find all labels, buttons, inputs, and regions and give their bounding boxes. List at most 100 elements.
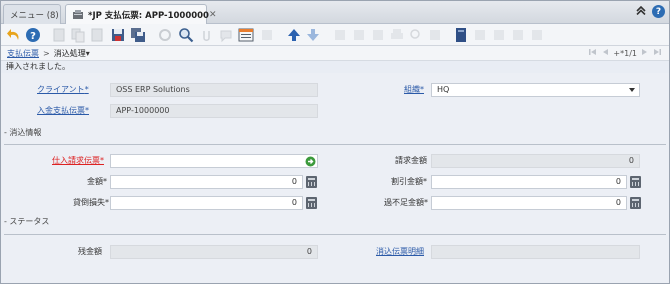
- required-mark: *: [424, 198, 428, 207]
- org-select[interactable]: HQ: [431, 83, 640, 97]
- breadcrumb-separator: >: [43, 48, 50, 58]
- previous-record-icon: [601, 48, 609, 58]
- window-frame: メニュー (8) *JP 支払伝票: APP-1000000 ✕ ? ? 支払伝…: [0, 0, 670, 284]
- required-mark: *: [84, 85, 89, 94]
- amount-label: 金額*: [87, 175, 107, 189]
- tab-menu-label: メニュー (8): [10, 10, 59, 21]
- required-mark: *: [103, 177, 107, 186]
- amount-field[interactable]: 0: [110, 175, 303, 189]
- tab-bar: メニュー (8) *JP 支払伝票: APP-1000000 ✕ ?: [1, 1, 669, 24]
- calculator-icon[interactable]: [306, 176, 317, 188]
- detail-icon: [305, 27, 321, 43]
- chat-icon: [218, 27, 234, 43]
- report-icon: [370, 27, 386, 43]
- overunder-label: 過不足金額*: [384, 196, 428, 210]
- org-label[interactable]: 組織*: [404, 83, 424, 97]
- section-divider: [4, 234, 666, 235]
- save-new-icon[interactable]: [130, 27, 146, 43]
- archive-icon[interactable]: [453, 27, 469, 43]
- customize-icon: [529, 27, 545, 43]
- payment-label-text: 入金支払伝票: [37, 106, 85, 115]
- process-icon: [510, 27, 526, 43]
- section-allocation-info[interactable]: - 消込情報: [4, 127, 41, 138]
- allocation-form: クライアント* OSS ERP Solutions 組織* HQ 入金支払伝票*…: [1, 73, 669, 283]
- tab-menu[interactable]: メニュー (8): [3, 4, 61, 24]
- close-tab-icon[interactable]: ✕: [209, 10, 217, 20]
- section-divider: [4, 144, 666, 145]
- writeoff-label: 貸倒損失*: [73, 196, 109, 210]
- breadcrumb-dropdown-icon[interactable]: ▾: [86, 49, 90, 58]
- writeoff-field[interactable]: 0: [110, 196, 303, 210]
- window-icon: [72, 9, 84, 20]
- help-icon[interactable]: ?: [652, 5, 665, 18]
- lock-icon: [491, 27, 507, 43]
- org-select-value: HQ: [437, 85, 450, 94]
- help-icon[interactable]: ?: [25, 27, 41, 43]
- first-record-icon: [589, 48, 597, 58]
- writeoff-label-text: 貸倒損失: [73, 198, 105, 207]
- calculator-icon[interactable]: [630, 197, 641, 209]
- discount-label: 割引金額*: [391, 175, 427, 189]
- invoice-amount-field: 0: [431, 154, 640, 168]
- remaining-label: 残金額: [78, 247, 102, 256]
- amount-label-text: 金額: [87, 177, 103, 186]
- allocation-line-field: [431, 245, 640, 259]
- client-field: OSS ERP Solutions: [110, 83, 318, 97]
- chevron-down-icon: [629, 88, 635, 92]
- toolbar: ?: [1, 24, 669, 46]
- product-info-icon: [351, 27, 367, 43]
- tab-payment-window-label: *JP 支払伝票: APP-1000000: [88, 10, 209, 21]
- copy-icon: [70, 27, 86, 43]
- invoice-label-text: 仕入請求伝票: [52, 156, 100, 165]
- org-label-text: 組織: [404, 85, 420, 94]
- status-message: 挿入されました。: [6, 62, 70, 71]
- breadcrumb-parent-link[interactable]: 支払伝票: [7, 48, 39, 59]
- collapse-icon[interactable]: [636, 5, 646, 18]
- invoice-field[interactable]: [110, 154, 318, 168]
- history-icon: [259, 27, 275, 43]
- required-mark: *: [105, 198, 109, 207]
- refresh-icon: [157, 27, 173, 43]
- svg-text:?: ?: [30, 31, 36, 42]
- required-mark: *: [420, 85, 424, 94]
- overunder-label-text: 過不足金額: [384, 198, 424, 207]
- overunder-field[interactable]: 0: [431, 196, 627, 210]
- discount-label-text: 割引金額: [391, 177, 423, 186]
- new-icon: [51, 27, 67, 43]
- print-icon: [389, 27, 405, 43]
- client-label[interactable]: クライアント*: [37, 83, 89, 97]
- client-label-text: クライアント: [37, 85, 85, 94]
- lookup-go-icon[interactable]: [305, 156, 316, 167]
- workflow-icon: [427, 27, 443, 43]
- payment-field: APP-1000000: [110, 104, 318, 118]
- invoice-label[interactable]: 仕入請求伝票*: [52, 154, 104, 168]
- invoice-amount-label: 請求金額: [395, 156, 427, 165]
- record-navigation: +*1/1: [589, 48, 661, 58]
- allocation-line-label[interactable]: 消込伝票明細: [376, 245, 424, 259]
- find-icon[interactable]: [178, 27, 194, 43]
- grid-toggle-icon[interactable]: [238, 27, 254, 43]
- zoom-across-icon: [408, 27, 424, 43]
- tab-payment-window[interactable]: *JP 支払伝票: APP-1000000 ✕: [65, 4, 217, 24]
- delete-icon: [89, 27, 105, 43]
- record-count: +*1/1: [613, 48, 637, 58]
- required-mark: *: [423, 177, 427, 186]
- parent-icon[interactable]: [286, 27, 302, 43]
- save-icon[interactable]: [110, 27, 126, 43]
- attachment-icon: [199, 27, 215, 43]
- calculator-icon[interactable]: [630, 176, 641, 188]
- home-icon: [332, 27, 348, 43]
- payment-label[interactable]: 入金支払伝票*: [37, 104, 89, 118]
- breadcrumb-current[interactable]: 消込処理: [54, 48, 86, 59]
- breadcrumb: 支払伝票 > 消込処理 ▾ +*1/1: [1, 46, 669, 61]
- last-record-icon: [653, 48, 661, 58]
- discount-field[interactable]: 0: [431, 175, 627, 189]
- next-record-icon: [641, 48, 649, 58]
- remaining-field: 0: [110, 245, 318, 259]
- required-mark: *: [85, 106, 89, 115]
- requests-icon: [472, 27, 488, 43]
- calculator-icon[interactable]: [306, 197, 317, 209]
- required-mark: *: [100, 156, 104, 165]
- section-status[interactable]: - ステータス: [4, 216, 49, 227]
- undo-icon[interactable]: [6, 27, 22, 43]
